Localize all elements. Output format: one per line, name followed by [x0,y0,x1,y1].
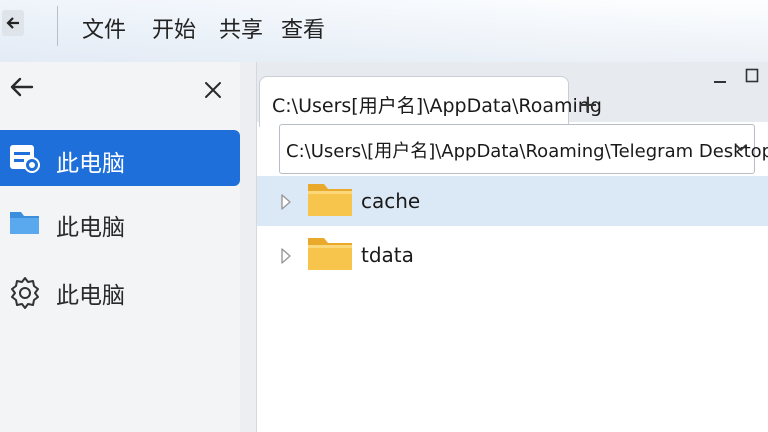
menu-share[interactable]: 共享 [219,18,263,44]
tab-roaming[interactable]: C:\Users[用户名]\AppData\Roaming [259,76,602,127]
address-bar[interactable]: C:\Users\[用户名]\AppData\Roaming\Telegram … [279,124,768,174]
sidebar-item-folder[interactable]: 此电脑 [0,194,240,250]
sidebar-divider [240,62,256,432]
minimize-icon[interactable] [713,70,727,84]
sidebar-item-label: 此电脑 [56,151,125,177]
new-tab-button[interactable]: + [577,92,599,118]
back-arrow-icon[interactable] [6,72,36,102]
drive-icon [10,145,40,173]
expand-arrow-icon[interactable] [279,246,293,266]
main-panel: C:\Users[用户名]\AppData\Roaming + C:\Users… [257,62,768,432]
close-icon[interactable] [204,81,222,99]
menu-home[interactable]: 开始 [152,18,196,44]
folder-icon [10,212,39,234]
file-row-tdata[interactable]: tdata [257,230,768,280]
maximize-icon[interactable] [745,68,759,84]
folder-icon [308,238,352,270]
menu-bar: 文件 开始 共享 查看 [0,0,768,62]
sidebar: 此电脑 此电脑 此电脑 [0,62,257,432]
file-row-cache[interactable]: cache [257,176,768,226]
folder-icon [308,184,352,216]
file-name: cache [361,189,421,213]
file-name: tdata [361,243,414,267]
tab-strip: C:\Users[用户名]\AppData\Roaming + [257,62,768,127]
tab-label: C:\Users[用户名]\AppData\Roaming [272,95,602,117]
menu-separator [57,6,58,46]
sidebar-item-this-pc[interactable]: 此电脑 [0,130,240,186]
sidebar-item-settings[interactable]: 此电脑 [0,262,240,318]
expand-arrow-icon[interactable] [279,192,293,212]
chevron-down-icon[interactable] [734,143,748,153]
menu-file[interactable]: 文件 [82,18,126,44]
sidebar-item-label: 此电脑 [56,215,125,241]
back-arrow-icon [6,17,19,29]
settings-icon [11,277,39,309]
menu-view[interactable]: 查看 [281,18,325,44]
sidebar-item-label: 此电脑 [56,283,125,309]
address-path: C:\Users\[用户名]\AppData\Roaming\Telegram … [286,141,768,162]
back-button[interactable] [2,10,24,36]
